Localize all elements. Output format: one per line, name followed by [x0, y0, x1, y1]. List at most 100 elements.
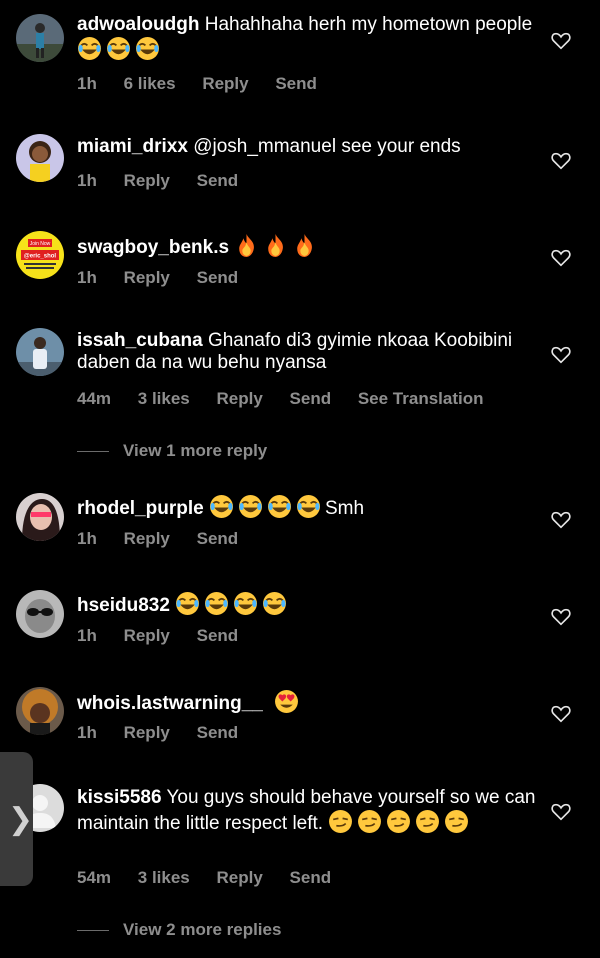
avatar[interactable]	[16, 134, 64, 182]
avatar[interactable]: Join Now @eric_shol	[16, 231, 64, 279]
avatar[interactable]	[16, 493, 64, 541]
heart-icon[interactable]	[550, 345, 572, 365]
comment-time: 1h	[77, 529, 97, 548]
comment-meta: 54m 3 likes Reply Send	[77, 868, 353, 888]
comment-meta: 1h Reply Send	[77, 268, 260, 288]
fire-emoji-icon	[239, 234, 255, 257]
comment-body: swagboy_benk.s	[77, 233, 537, 259]
comment-time: 54m	[77, 868, 112, 887]
heart-icon[interactable]	[550, 704, 572, 724]
divider-line	[77, 450, 109, 452]
smirk-emoji-icon	[386, 809, 412, 834]
heart-icon[interactable]	[550, 607, 572, 627]
comment-meta: 1h Reply Send	[77, 529, 260, 549]
likes-count[interactable]: 3 likes	[138, 868, 190, 887]
reply-button[interactable]: Reply	[124, 723, 170, 742]
avatar[interactable]	[16, 328, 64, 376]
heart-icon[interactable]	[550, 510, 572, 530]
comment-text: Smh	[324, 498, 365, 519]
comment-meta: 1h Reply Send	[77, 723, 260, 743]
reply-button[interactable]: Reply	[217, 389, 263, 408]
comment-meta: 1h 6 likes Reply Send	[77, 74, 339, 94]
fire-emoji-icon	[268, 234, 284, 257]
comment-body: hseidu832	[77, 591, 537, 617]
joy-emoji-icon	[296, 494, 321, 519]
comment-time: 44m	[77, 389, 112, 408]
send-button[interactable]: Send	[197, 723, 239, 742]
send-button[interactable]: Send	[197, 529, 239, 548]
joy-emoji-icon	[262, 591, 288, 616]
comment-meta: 44m 3 likes Reply Send See Translation	[77, 389, 506, 409]
send-button[interactable]: Send	[275, 74, 317, 93]
reply-button[interactable]: Reply	[124, 171, 170, 190]
joy-emoji-icon	[135, 36, 160, 61]
send-button[interactable]: Send	[197, 268, 239, 287]
heart-eyes-emoji-icon	[275, 690, 299, 713]
likes-count[interactable]: 3 likes	[138, 389, 190, 408]
comment-username[interactable]: whois.lastwarning__	[77, 693, 263, 714]
avatar[interactable]	[16, 590, 64, 638]
view-more-label: View 1 more reply	[123, 441, 268, 460]
comment-body: miami_drixx @josh_mmanuel see your ends	[77, 136, 537, 158]
view-more-replies-button[interactable]: View 2 more replies	[77, 920, 281, 940]
reply-button[interactable]: Reply	[124, 268, 170, 287]
comment-username[interactable]: adwoaloudgh	[77, 14, 199, 35]
comment-body: whois.lastwarning__	[77, 689, 537, 715]
joy-emoji-icon	[175, 591, 201, 616]
reply-button[interactable]: Reply	[124, 626, 170, 645]
comment-body: kissi5586 You guys should behave yoursel…	[77, 787, 537, 835]
heart-icon[interactable]	[550, 802, 572, 822]
comment-time: 1h	[77, 171, 97, 190]
comment-text: Hahahhaha herh my hometown people	[204, 14, 533, 35]
heart-icon[interactable]	[550, 248, 572, 268]
comment-username[interactable]: issah_cubana	[77, 330, 203, 351]
chevron-right-icon: ❯	[8, 802, 34, 837]
view-more-label: View 2 more replies	[123, 920, 282, 939]
comment-username[interactable]: kissi5586	[77, 787, 162, 808]
joy-emoji-icon	[204, 591, 230, 616]
send-button[interactable]: Send	[197, 626, 239, 645]
comment-username[interactable]: miami_drixx	[77, 136, 188, 157]
joy-emoji-icon	[106, 36, 131, 61]
heart-icon[interactable]	[550, 151, 572, 171]
smirk-emoji-icon	[328, 809, 354, 834]
see-translation-button[interactable]: See Translation	[358, 389, 484, 408]
avatar-badge-handle: @eric_shol	[24, 254, 57, 260]
comment-text: @josh_mmanuel see your ends	[193, 136, 461, 157]
divider-line	[77, 929, 109, 931]
likes-count[interactable]: 6 likes	[124, 74, 176, 93]
smirk-emoji-icon	[444, 809, 470, 834]
heart-icon[interactable]	[550, 31, 572, 51]
comment-username[interactable]: hseidu832	[77, 595, 170, 616]
comment-time: 1h	[77, 74, 97, 93]
smirk-emoji-icon	[415, 809, 441, 834]
avatar[interactable]	[16, 14, 64, 62]
avatar[interactable]	[16, 687, 64, 735]
comment-meta: 1h Reply Send	[77, 626, 260, 646]
reply-button[interactable]: Reply	[217, 868, 263, 887]
joy-emoji-icon	[209, 494, 234, 519]
send-button[interactable]: Send	[197, 171, 239, 190]
side-panel-tab[interactable]: ❯	[0, 752, 33, 886]
send-button[interactable]: Send	[290, 389, 332, 408]
comment-time: 1h	[77, 626, 97, 645]
comment-body: rhodel_purple Smh	[77, 494, 537, 520]
joy-emoji-icon	[233, 591, 259, 616]
fire-emoji-icon	[297, 234, 313, 257]
avatar-badge-text: Join Now	[30, 241, 51, 247]
smirk-emoji-icon	[357, 809, 383, 834]
joy-emoji-icon	[267, 494, 292, 519]
joy-emoji-icon	[238, 494, 263, 519]
comment-body: issah_cubana Ghanafo di3 gyimie nkoaa Ko…	[77, 330, 537, 374]
reply-button[interactable]: Reply	[202, 74, 248, 93]
comment-username[interactable]: rhodel_purple	[77, 498, 204, 519]
reply-button[interactable]: Reply	[124, 529, 170, 548]
comment-body: adwoaloudgh Hahahhaha herh my hometown p…	[77, 14, 537, 62]
comment-meta: 1h Reply Send	[77, 171, 260, 191]
comment-time: 1h	[77, 723, 97, 742]
send-button[interactable]: Send	[290, 868, 332, 887]
comment-time: 1h	[77, 268, 97, 287]
joy-emoji-icon	[77, 36, 102, 61]
view-more-replies-button[interactable]: View 1 more reply	[77, 441, 267, 461]
comment-username[interactable]: swagboy_benk.s	[77, 237, 229, 258]
